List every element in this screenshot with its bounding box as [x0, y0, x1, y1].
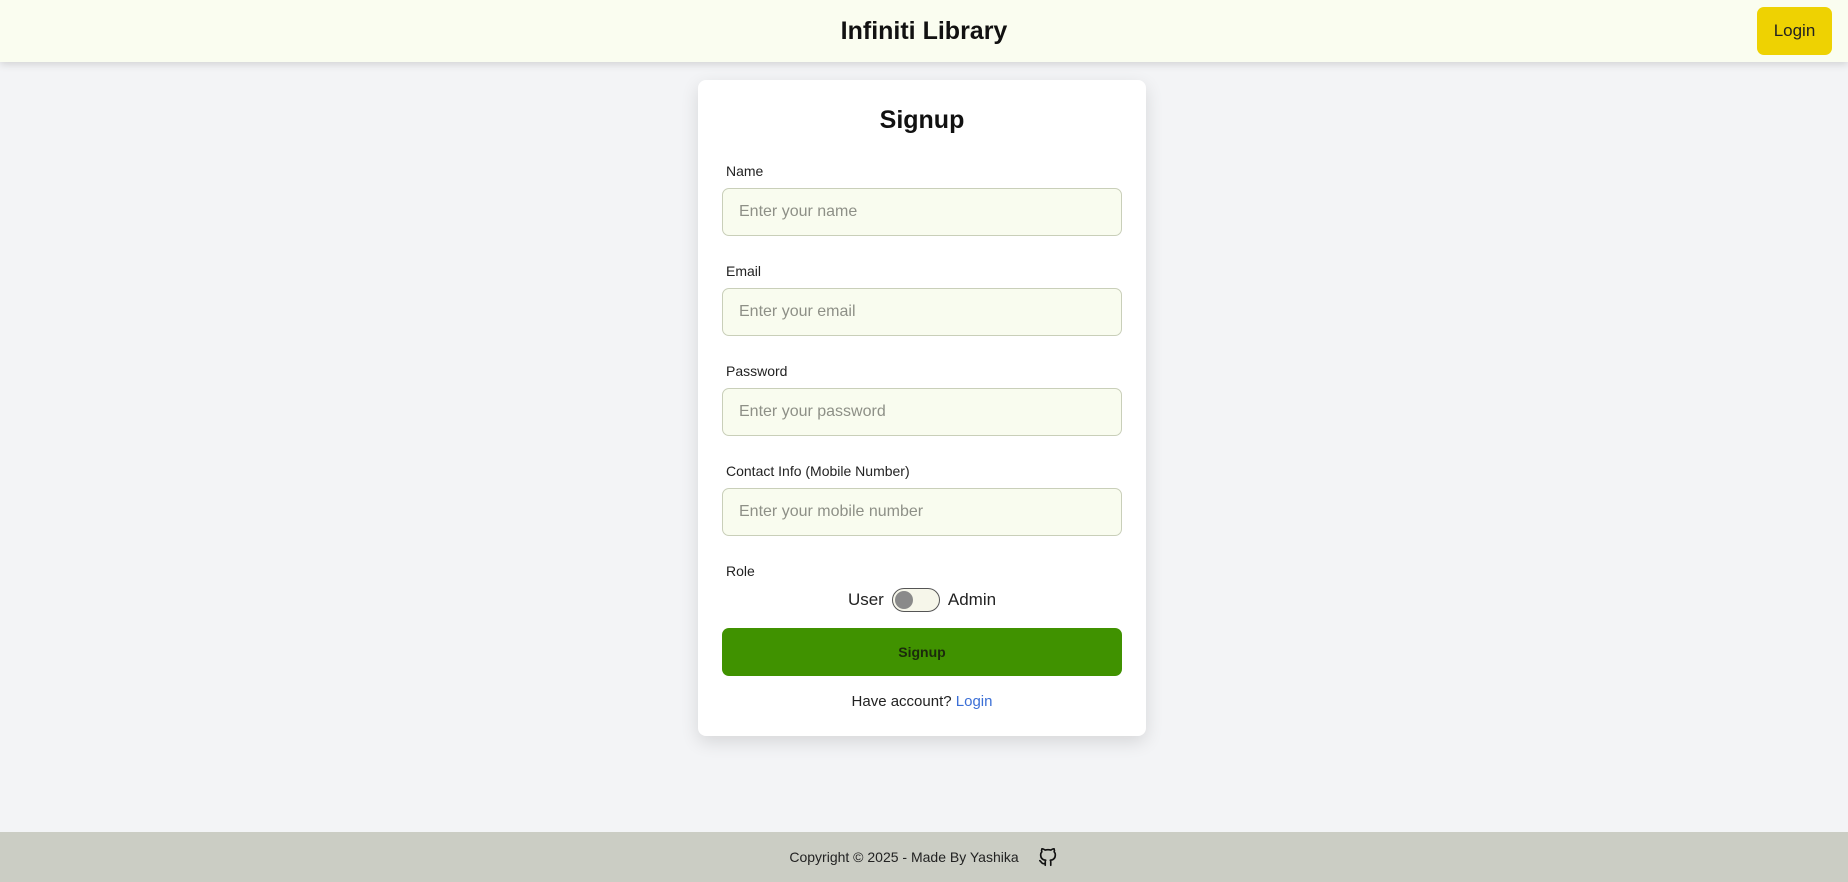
role-user-label: User: [847, 590, 884, 609]
github-icon[interactable]: [1037, 846, 1059, 868]
name-label: Name: [726, 163, 764, 179]
copyright-text: Copyright © 2025 - Made By Yashika: [789, 849, 1019, 865]
name-input[interactable]: [722, 188, 1122, 236]
password-label: Password: [726, 363, 788, 379]
signup-title: Signup: [879, 106, 965, 134]
app-footer: Copyright © 2025 - Made By Yashika: [0, 832, 1848, 882]
app-title: Infiniti Library: [840, 16, 1008, 45]
role-label: Role: [726, 563, 755, 579]
toggle-knob: [894, 591, 913, 609]
password-input[interactable]: [722, 388, 1122, 436]
have-account-text: Have account?: [851, 693, 952, 710]
email-input[interactable]: [722, 288, 1122, 336]
header-login-button[interactable]: Login: [1757, 7, 1832, 55]
have-account-line: Have account? Login: [698, 693, 1146, 710]
mobile-label: Contact Info (Mobile Number): [726, 463, 910, 479]
app-header: Infiniti Library Login: [0, 0, 1848, 62]
role-admin-label: Admin: [947, 590, 997, 609]
role-toggle[interactable]: [891, 588, 940, 612]
email-label: Email: [726, 263, 762, 279]
role-toggle-row: User Admin: [698, 587, 1146, 613]
signup-card: Signup Name Email Password Contact Info …: [698, 80, 1146, 736]
login-link[interactable]: Login: [956, 693, 993, 710]
signup-button[interactable]: Signup: [722, 628, 1122, 676]
mobile-input[interactable]: [722, 488, 1122, 536]
